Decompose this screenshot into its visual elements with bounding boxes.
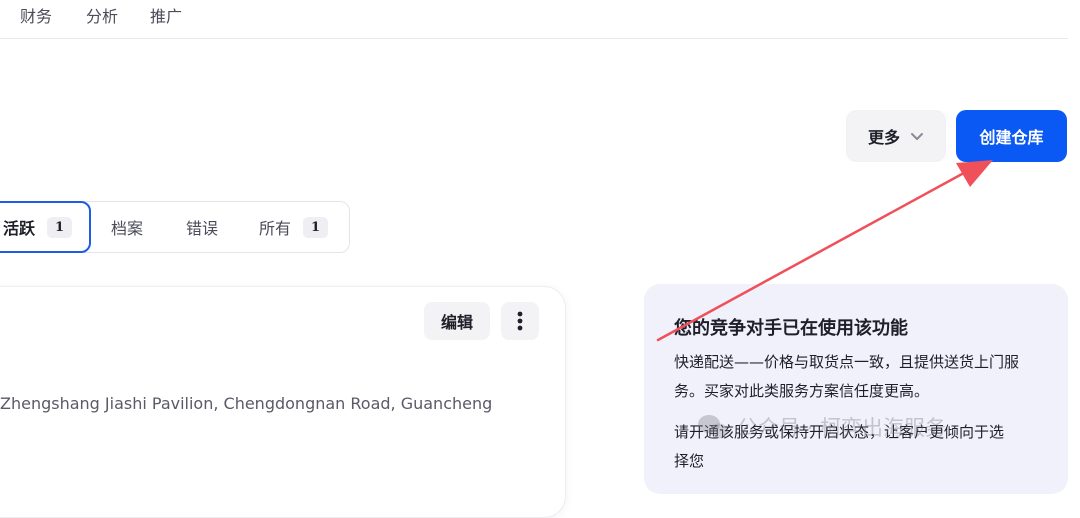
promo-body: 快递配送——价格与取货点一致，且提供送货上门服务。买家对此类服务方案信任度更高。 xyxy=(674,353,1020,400)
tab-archive[interactable]: 档案 xyxy=(111,202,143,252)
tab-label: 错误 xyxy=(186,219,219,238)
edit-button[interactable]: 编辑 xyxy=(424,302,490,340)
status-tabs: 活跃 1 档案 错误 所有 1 xyxy=(0,201,350,253)
kebab-menu-icon xyxy=(517,311,523,331)
create-warehouse-button[interactable]: 创建仓库 xyxy=(956,110,1067,162)
tab-label: 所有 xyxy=(259,219,292,238)
tab-active[interactable]: 活跃 1 xyxy=(0,201,91,253)
promo-title: 您的竞争对手已在使用该功能 xyxy=(674,318,908,339)
tab-label: 档案 xyxy=(111,219,144,238)
nav-item-finance[interactable]: 财务 xyxy=(20,3,52,27)
count-badge: 1 xyxy=(303,216,329,238)
tab-errors[interactable]: 错误 xyxy=(186,202,218,252)
tab-label: 活跃 xyxy=(3,219,36,238)
top-navigation: 财务 分析 推广 xyxy=(0,0,1068,39)
more-button[interactable]: 更多 xyxy=(846,110,946,162)
promo-cta-text: 请开通该服务或保持开启状态，让客户更倾向于选择您 xyxy=(674,423,1005,470)
nav-item-analytics[interactable]: 分析 xyxy=(86,3,118,27)
count-badge: 1 xyxy=(47,216,73,238)
promo-panel: 您的竞争对手已在使用该功能 快递配送——价格与取货点一致，且提供送货上门服务。买… xyxy=(644,284,1068,494)
nav-item-promotion[interactable]: 推广 xyxy=(150,3,182,27)
more-options-button[interactable] xyxy=(501,302,539,340)
tab-all[interactable]: 所有 1 xyxy=(259,202,329,252)
more-button-label: 更多 xyxy=(867,128,900,147)
warehouse-address: Zhengshang Jiashi Pavilion, Chengdongnan… xyxy=(0,394,493,413)
chevron-down-icon xyxy=(911,133,923,140)
